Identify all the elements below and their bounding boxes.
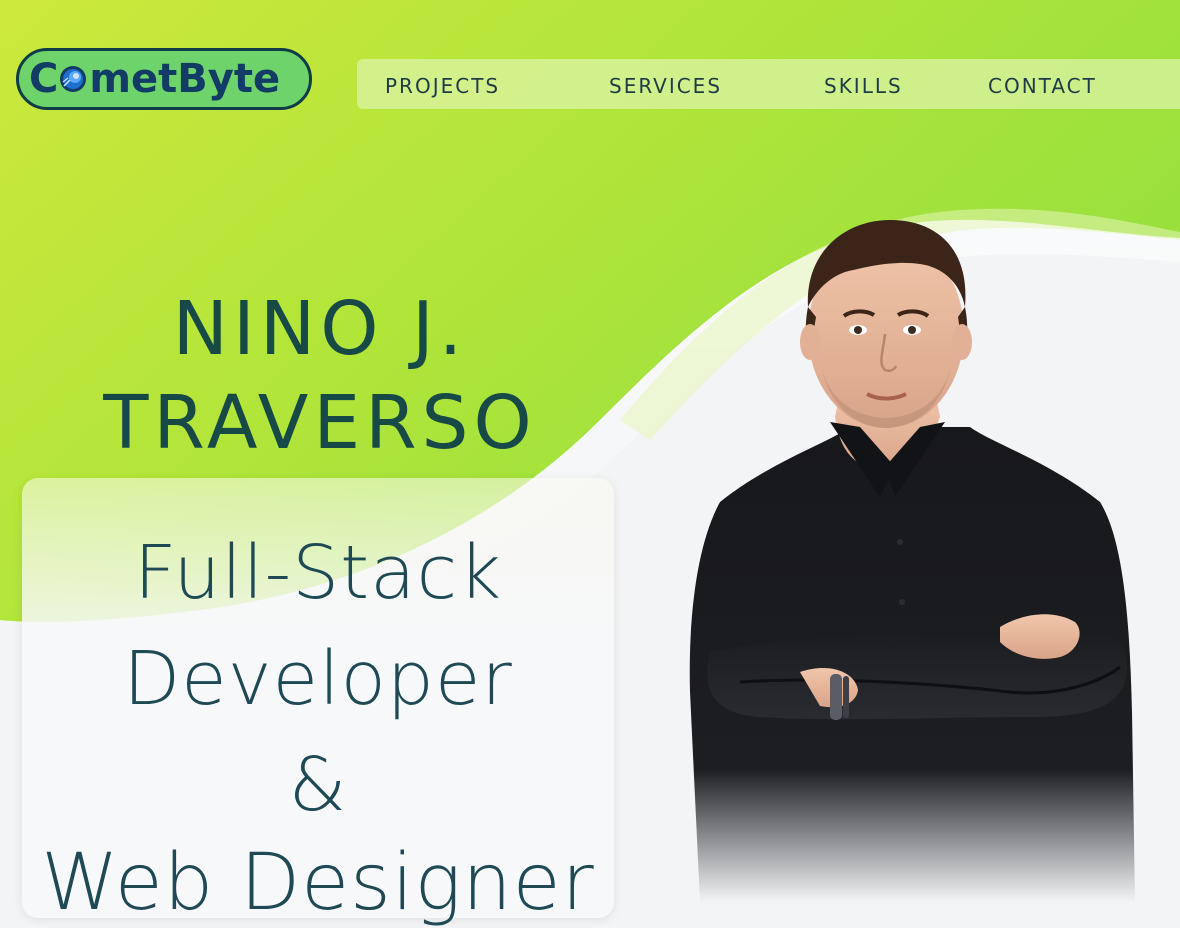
role-card: Full-Stack Developer & Web Designer (22, 478, 614, 928)
nav-item-projects[interactable]: projects (385, 67, 500, 100)
logo-letter-c: C (29, 56, 59, 102)
main-nav: projects services skills contact (357, 59, 1180, 109)
role-line-4: Web Designer (41, 838, 595, 928)
hero-name-line-1: NINO J. (172, 286, 468, 372)
nav-item-services[interactable]: services (609, 67, 722, 100)
role-line-2: Developer (123, 636, 513, 722)
role-line-3: & (288, 742, 348, 828)
hero-name: NINO J. TRAVERSO (0, 282, 640, 470)
nav-item-contact[interactable]: contact (988, 67, 1097, 100)
comet-icon (60, 66, 87, 92)
logo[interactable]: C metByte (16, 48, 312, 110)
hero-name-line-2: TRAVERSO (103, 380, 537, 466)
nav-item-skills[interactable]: skills (824, 67, 903, 100)
portrait-image (689, 220, 1135, 902)
logo-wordmark: C metByte (29, 59, 280, 99)
logo-text-rest: metByte (89, 56, 281, 102)
role-line-1: Full-Stack (133, 530, 503, 616)
